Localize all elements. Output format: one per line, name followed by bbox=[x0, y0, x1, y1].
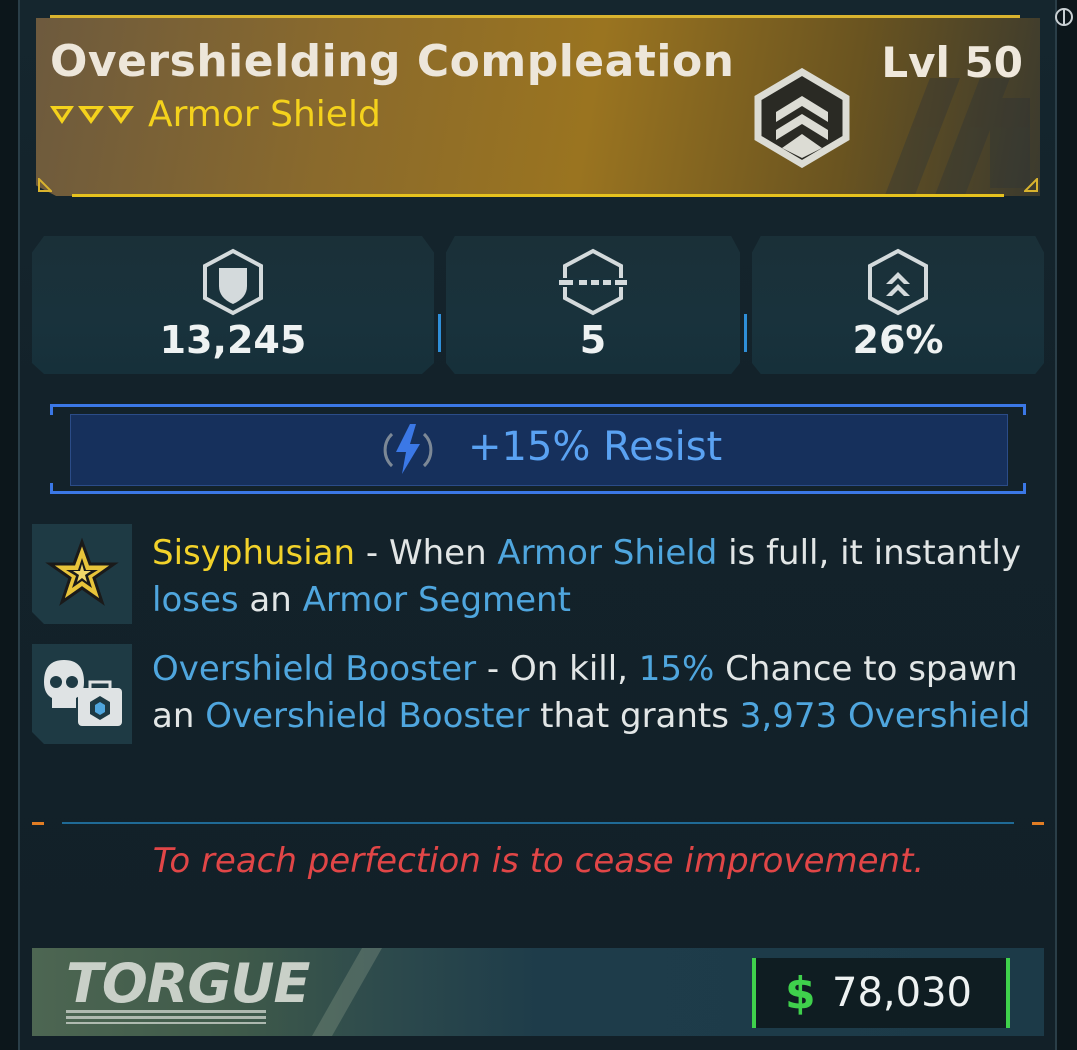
header-top-rule bbox=[50, 15, 1020, 18]
perk-keyword: Armor Segment bbox=[302, 580, 571, 620]
stat-value: 13,245 bbox=[159, 318, 307, 362]
perk-text-segment: an bbox=[238, 580, 303, 620]
corner-marker-icon bbox=[38, 178, 52, 192]
perk-name: Sisyphusian bbox=[152, 533, 356, 573]
perk-keyword: Overshield bbox=[837, 696, 1031, 736]
currency-icon: $ bbox=[785, 968, 816, 1019]
corner-marker-icon bbox=[1024, 178, 1038, 192]
perk-text-segment: - On kill, bbox=[476, 649, 639, 689]
stat-divider bbox=[744, 314, 747, 352]
footer-texture-icon bbox=[312, 948, 382, 1036]
perk-text-segment: - When bbox=[355, 533, 498, 573]
card-edge-left bbox=[0, 0, 20, 1050]
perk-description: Sisyphusian - When Armor Shield is full,… bbox=[152, 530, 1032, 624]
armor-shield-emblem-icon bbox=[754, 68, 850, 168]
perk-name: Overshield Booster bbox=[152, 649, 477, 689]
perk-icon-frame bbox=[32, 644, 132, 744]
rarity-chevrons-icon bbox=[50, 106, 134, 124]
armor-segment-icon bbox=[557, 248, 629, 316]
recharge-rate-icon bbox=[868, 248, 928, 316]
perk-keyword: 3,973 bbox=[739, 696, 838, 736]
separator-dash bbox=[1032, 822, 1044, 825]
perk-keyword: loses bbox=[152, 580, 239, 620]
perk-keyword: Overshield Booster bbox=[205, 696, 530, 736]
header-bottom-rule bbox=[72, 194, 1004, 197]
perk-text-segment: that grants bbox=[529, 696, 740, 736]
perk-text-segment: is full, it instantly bbox=[717, 533, 1022, 573]
item-name: Overshielding Compleation bbox=[50, 36, 735, 87]
perk-keyword: 15% bbox=[638, 649, 715, 689]
stat-divider bbox=[438, 314, 441, 352]
shield-capacity-icon bbox=[203, 248, 263, 316]
close-corner-icon bbox=[1055, 8, 1073, 26]
shock-lightning-icon bbox=[383, 424, 433, 474]
manufacturer-logo: TORGUE bbox=[66, 952, 310, 1015]
header-texture-icon bbox=[880, 78, 1030, 196]
card-edge-right bbox=[1055, 0, 1077, 1050]
manufacturer-logo-stripes bbox=[66, 1010, 266, 1024]
perk-description: Overshield Booster - On kill, 15% Chance… bbox=[152, 646, 1032, 740]
element-bonus: +15% Resist bbox=[468, 424, 723, 470]
skull-booster-perk-icon bbox=[44, 660, 122, 726]
flavor-text: To reach perfection is to cease improvem… bbox=[152, 841, 925, 881]
stat-value: 5 bbox=[579, 318, 607, 362]
perk-icon-frame bbox=[32, 524, 132, 624]
stat-segments: 5 bbox=[446, 236, 740, 374]
item-type: Armor Shield bbox=[148, 94, 381, 135]
separator-line bbox=[62, 822, 1014, 824]
item-price: 78,030 bbox=[832, 970, 972, 1016]
stat-recharge: 26% bbox=[752, 236, 1044, 374]
stat-value: 26% bbox=[852, 318, 944, 362]
perk-keyword: Armor Shield bbox=[497, 533, 718, 573]
item-level: Lvl 50 bbox=[881, 38, 1023, 87]
separator-dash bbox=[32, 822, 44, 825]
stat-capacity: 13,245 bbox=[32, 236, 434, 374]
gold-star-perk-icon bbox=[45, 537, 119, 606]
